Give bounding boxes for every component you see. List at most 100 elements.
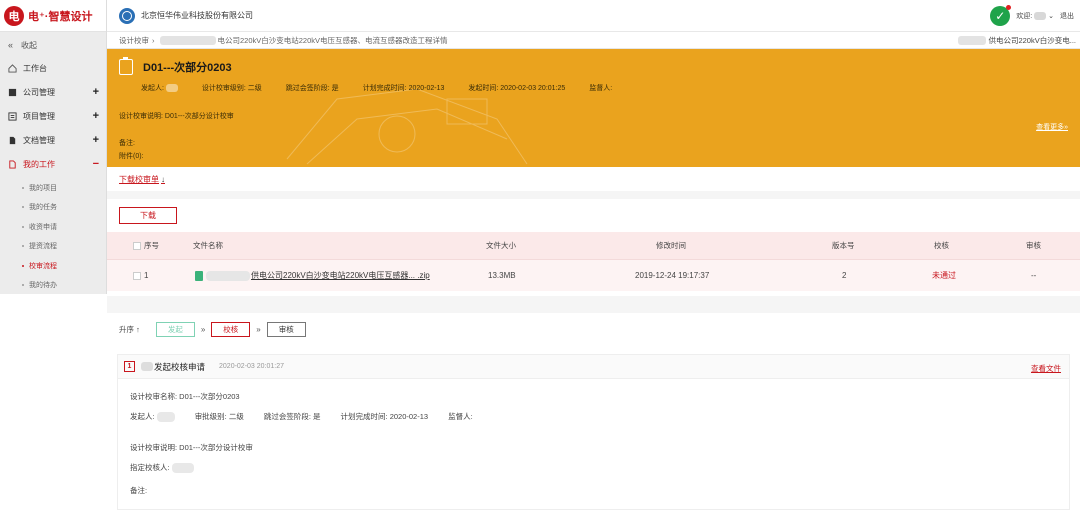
- sidebar-subitem-label: 校审流程: [29, 262, 57, 270]
- sidebar-item-my-work[interactable]: 我的工作 −: [0, 152, 106, 176]
- expand-icon[interactable]: +: [93, 86, 99, 98]
- review-card-header: 1 发起校核申请 2020-02-03 20:01:27 查看文件: [118, 355, 1069, 379]
- sidebar-collapse-label: 收起: [21, 40, 38, 50]
- sidebar-subitem-my-tasks[interactable]: 我的任务: [0, 198, 106, 218]
- start-time: 发起时间: 2020-02-03 20:01:25: [468, 85, 566, 92]
- initiator: 发起人:: [141, 83, 178, 93]
- brand-logo[interactable]: 电 电⁺·智慧设计: [0, 0, 106, 32]
- breadcrumb: 设计校审 › 电公司220kV白沙变电站220kV电压互感器、电流互感器改造工程…: [107, 32, 1080, 49]
- company-icon: [8, 88, 17, 96]
- header-size: 文件大小: [486, 241, 516, 250]
- supervisor: 监督人:: [448, 412, 473, 421]
- review-card-time: 2020-02-03 20:01:27: [219, 363, 285, 370]
- breadcrumb-redacted: [159, 35, 216, 45]
- document-icon: [9, 136, 16, 144]
- sidebar-subitem-data-request[interactable]: 收资申请: [0, 217, 106, 237]
- review-flow: 升序 ↑ 发起 » 校核 » 审核: [107, 313, 1080, 345]
- header-version: 版本号: [832, 241, 855, 250]
- sidebar-item-label: 公司管理: [23, 87, 55, 97]
- file-table: 序号 文件名称 文件大小 修改时间 版本号 校核 审核 1 供电公司220kV白…: [107, 232, 1080, 291]
- row-version: 2: [842, 271, 847, 280]
- row-filename[interactable]: 供电公司220kV白沙变电站220kV电压互感器... .zip: [195, 270, 430, 281]
- header-modified: 修改时间: [656, 241, 686, 250]
- sidebar-item-project[interactable]: 项目管理 +: [0, 104, 106, 128]
- skip-countersign: 跳过会签阶段: 是: [263, 412, 321, 421]
- breadcrumb-root[interactable]: 设计校审: [119, 35, 149, 46]
- sidebar-subitem-label: 我的任务: [29, 204, 57, 212]
- work-icon: [9, 159, 16, 169]
- review-name-line: 设计校审名称: D01---次部分0203: [130, 392, 240, 401]
- company-name: 北京恒华伟业科技股份有限公司: [141, 11, 253, 20]
- review-assigned-line: 指定校核人:: [130, 462, 194, 474]
- notification-check-icon[interactable]: ✓: [990, 5, 1012, 26]
- row-size: 13.3MB: [488, 271, 516, 280]
- step-audit[interactable]: 审核: [266, 321, 306, 337]
- step-initiate[interactable]: 发起: [155, 321, 195, 337]
- sidebar-subitem-my-todo[interactable]: 我的待办: [0, 276, 106, 296]
- table-row: 1 供电公司220kV白沙变电站220kV电压互感器... .zip 13.3M…: [107, 259, 1080, 291]
- review-section: 1 发起校核申请 2020-02-03 20:01:27 查看文件 设计校审名称…: [107, 345, 1080, 510]
- skip-countersign: 跳过会签阶段: 是: [285, 85, 339, 92]
- sidebar-empty-area: [0, 294, 107, 510]
- sidebar-item-workbench[interactable]: 工作台: [0, 56, 106, 80]
- view-file-link[interactable]: 查看文件: [1031, 363, 1061, 374]
- sidebar-item-label: 文档管理: [23, 135, 55, 145]
- review-card-title: 发起校核申请: [154, 361, 206, 372]
- company-logo-icon: [119, 7, 135, 24]
- approval-level: 审批级别: 二级: [194, 412, 244, 421]
- clipboard-icon: [119, 57, 133, 75]
- download-button[interactable]: 下载: [119, 207, 177, 224]
- expand-icon[interactable]: +: [93, 110, 99, 122]
- sidebar-item-documents[interactable]: 文档管理 +: [0, 128, 106, 152]
- plan-time: 计划完成时间: 2020-02-13: [362, 85, 445, 92]
- sidebar: 电 电⁺·智慧设计 « 收起 工作台 公司管理 + 项目管理 + 文档管理 + …: [0, 0, 107, 510]
- download-arrow-icon: ↓: [161, 174, 165, 184]
- sidebar-subitem-review-flow[interactable]: 校审流程: [0, 256, 106, 276]
- top-bar: 北京恒华伟业科技股份有限公司 ✓ 欢迎: ⌄ 退出: [107, 0, 1080, 32]
- sort-arrow-icon: ↑: [136, 324, 140, 334]
- row-audit-status: --: [1031, 271, 1037, 280]
- expand-icon[interactable]: +: [93, 134, 99, 146]
- chevron-down-icon[interactable]: ⌄: [1048, 13, 1054, 20]
- banner-attachments[interactable]: 附件(0):: [119, 151, 144, 161]
- sidebar-collapse[interactable]: « 收起: [0, 34, 106, 56]
- initiator-redacted: [156, 412, 175, 423]
- tab-current-project[interactable]: 供电公司220kV白沙变电...: [988, 35, 1076, 46]
- notification-dot: [1006, 5, 1012, 10]
- review-note-line: 备注:: [130, 486, 148, 495]
- reviewer-redacted: [141, 362, 153, 371]
- table-header: 序号 文件名称 文件大小 修改时间 版本号 校核 审核: [107, 232, 1080, 259]
- review-desc-line: 设计校审说明: D01---次部分设计校审: [130, 443, 253, 452]
- sidebar-item-label: 项目管理: [23, 111, 55, 121]
- logout-link[interactable]: 退出: [1060, 11, 1074, 21]
- banner-note: 备注:: [119, 140, 135, 147]
- initiator-redacted: [165, 84, 178, 93]
- sidebar-item-label: 我的工作: [23, 159, 55, 169]
- download-review-link[interactable]: 下载校审单 ↓: [119, 174, 165, 185]
- collapse-icon[interactable]: −: [93, 158, 99, 170]
- step-number-badge: 1: [124, 361, 135, 372]
- sidebar-subitem-label: 我的项目: [29, 184, 57, 192]
- sidebar-subitem-submit-flow[interactable]: 提资流程: [0, 237, 106, 257]
- step-separator-icon: »: [256, 324, 261, 334]
- file-section: 下载 序号 文件名称 文件大小 修改时间 版本号 校核 审核 1 供电公司220…: [107, 199, 1080, 296]
- review-level: 设计校审级别: 二级: [201, 85, 262, 92]
- header-filename: 文件名称: [193, 241, 223, 250]
- step-check[interactable]: 校核: [211, 321, 251, 337]
- review-card: 1 发起校核申请 2020-02-03 20:01:27 查看文件 设计校审名称…: [117, 354, 1070, 510]
- sidebar-item-label: 工作台: [23, 63, 47, 73]
- header-audit: 审核: [1026, 241, 1041, 250]
- sidebar-item-company[interactable]: 公司管理 +: [0, 80, 106, 104]
- row-checkbox[interactable]: [133, 271, 141, 280]
- sort-order-toggle[interactable]: 升序 ↑: [119, 324, 140, 335]
- tab-redacted: [958, 36, 987, 45]
- view-more-link[interactable]: 查看更多»: [1036, 122, 1068, 132]
- project-icon: [8, 111, 17, 121]
- sidebar-subitem-my-projects[interactable]: 我的项目: [0, 178, 106, 198]
- select-all-checkbox[interactable]: [133, 242, 141, 251]
- brand-mark-icon: 电: [4, 5, 24, 26]
- breadcrumb-current: 电公司220kV白沙变电站220kV电压互感器、电流互感器改造工程详情: [217, 35, 448, 45]
- banner-description: 设计校审说明: D01---次部分设计校审: [119, 113, 234, 120]
- sidebar-subitem-label: 收资申请: [29, 223, 57, 231]
- zip-file-icon: [195, 270, 203, 281]
